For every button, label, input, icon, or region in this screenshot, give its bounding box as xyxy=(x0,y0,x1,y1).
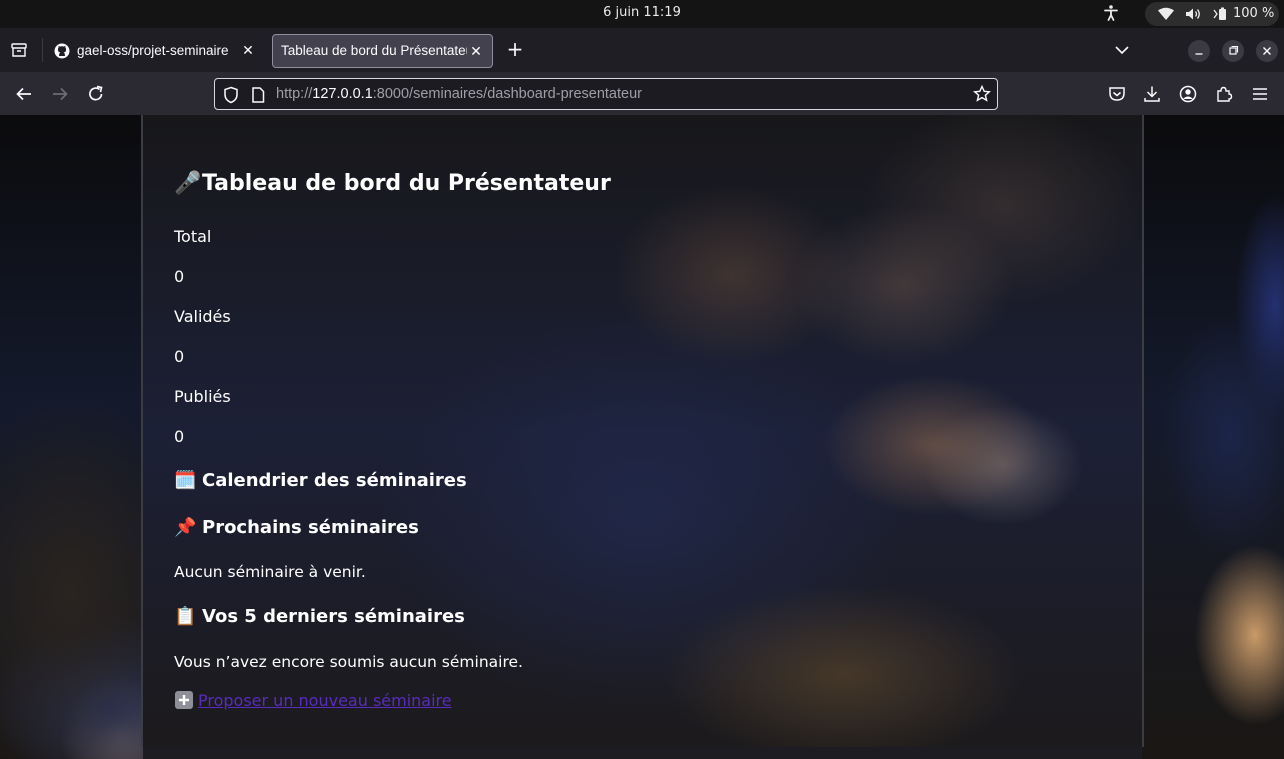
battery-percentage: 100 % xyxy=(1233,6,1275,21)
system-top-bar: 6 juin 11:19 100 % xyxy=(0,0,1284,28)
upcoming-empty-message: Aucun séminaire à venir. xyxy=(174,563,366,581)
recent-heading: 📋 Vos 5 derniers séminaires xyxy=(174,606,465,627)
system-status-menu[interactable]: 100 % xyxy=(1145,2,1279,26)
recent-heading-text: Vos 5 derniers séminaires xyxy=(202,606,465,627)
url-scheme: http:// xyxy=(276,86,313,102)
upcoming-heading-text: Prochains séminaires xyxy=(202,517,419,538)
clipboard-icon: 📋 xyxy=(174,606,197,627)
tab-title: Tableau de bord du Présentateur xyxy=(281,43,467,58)
page-title-text: Tableau de bord du Présentateur xyxy=(202,171,611,196)
url-host: 127.0.0.1 xyxy=(312,86,373,102)
new-tab-button[interactable]: + xyxy=(505,39,525,59)
pushpin-icon: 📌 xyxy=(174,517,197,538)
stat-total-value: 0 xyxy=(174,267,185,286)
tab-dashboard[interactable]: Tableau de bord du Présentateur ✕ xyxy=(272,34,493,68)
list-all-tabs-icon[interactable] xyxy=(8,39,30,61)
page-info-icon[interactable] xyxy=(251,86,265,108)
page-title: 🎤Tableau de bord du Présentateur xyxy=(174,171,611,196)
stat-validated-value: 0 xyxy=(174,347,185,366)
calendar-heading: 🗓️ Calendrier des séminaires xyxy=(174,470,467,491)
address-bar[interactable]: http://127.0.0.1:8000/seminaires/dashboa… xyxy=(214,78,998,110)
plus-icon xyxy=(174,691,194,709)
browser-tab-strip: gael-oss/projet-seminaire ✕ Tableau de b… xyxy=(0,28,1284,72)
volume-icon xyxy=(1185,7,1201,25)
close-window-button[interactable] xyxy=(1256,40,1278,62)
url-text[interactable]: http://127.0.0.1:8000/seminaires/dashboa… xyxy=(276,86,642,102)
propose-seminar: Proposer un nouveau séminaire xyxy=(174,691,452,710)
navigation-toolbar: http://127.0.0.1:8000/seminaires/dashboa… xyxy=(0,72,1284,115)
stat-published-value: 0 xyxy=(174,427,185,446)
account-icon[interactable] xyxy=(1178,84,1198,104)
close-tab-icon[interactable]: ✕ xyxy=(467,42,485,60)
tab-separator xyxy=(42,38,43,62)
downloads-icon[interactable] xyxy=(1142,84,1162,104)
accessibility-icon[interactable] xyxy=(1102,4,1120,22)
back-arrow-icon[interactable] xyxy=(14,84,34,104)
calendar-heading-text: Calendrier des séminaires xyxy=(202,470,467,491)
shield-icon[interactable] xyxy=(223,86,239,108)
battery-icon xyxy=(1211,7,1229,25)
page-viewport: 🎤Tableau de bord du Présentateur Total 0… xyxy=(0,115,1284,759)
chevron-down-icon[interactable] xyxy=(1113,42,1131,58)
hamburger-menu-icon[interactable] xyxy=(1250,84,1270,104)
recent-empty-message: Vous n’avez encore soumis aucun séminair… xyxy=(174,653,523,671)
wifi-icon xyxy=(1157,7,1175,25)
maximize-window-button[interactable] xyxy=(1222,40,1244,62)
stat-total-label: Total xyxy=(174,227,212,246)
propose-seminar-link[interactable]: Proposer un nouveau séminaire xyxy=(198,691,452,710)
extensions-icon[interactable] xyxy=(1214,84,1234,104)
close-tab-icon[interactable]: ✕ xyxy=(239,41,257,59)
stat-validated-label: Validés xyxy=(174,307,231,326)
github-icon xyxy=(54,43,70,59)
microphone-icon: 🎤 xyxy=(174,171,202,196)
bookmark-star-icon[interactable] xyxy=(973,84,991,107)
calendar-icon: 🗓️ xyxy=(174,470,197,491)
minimize-window-button[interactable] xyxy=(1188,40,1210,62)
system-clock[interactable]: 6 juin 11:19 xyxy=(0,5,1284,20)
upcoming-heading: 📌 Prochains séminaires xyxy=(174,517,419,538)
stat-published-label: Publiés xyxy=(174,387,231,406)
pocket-icon[interactable] xyxy=(1107,84,1127,104)
tab-title: gael-oss/projet-seminaire xyxy=(77,43,229,58)
forward-arrow-icon[interactable] xyxy=(50,84,70,104)
tab-github-repo[interactable]: gael-oss/projet-seminaire ✕ xyxy=(46,34,264,68)
url-path: :8000/seminaires/dashboard-presentateur xyxy=(372,86,642,102)
card-footer xyxy=(143,747,1142,759)
reload-icon[interactable] xyxy=(86,84,106,104)
